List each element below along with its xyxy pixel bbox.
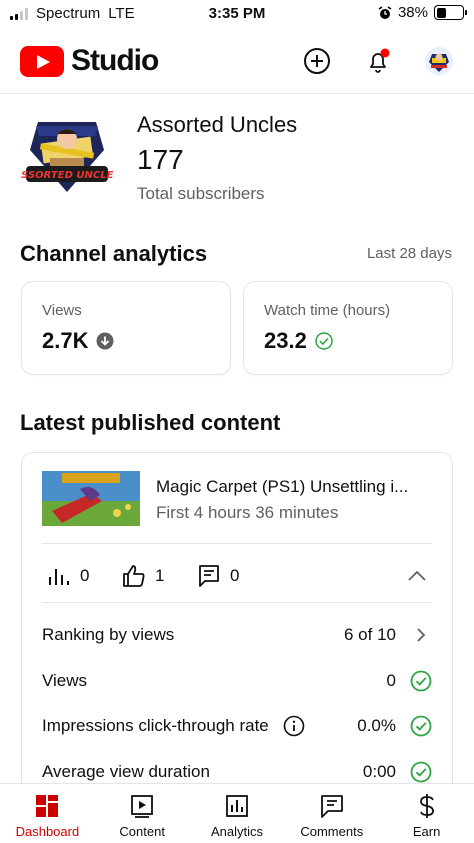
notification-dot xyxy=(380,48,390,58)
nav-analytics[interactable]: Analytics xyxy=(190,784,285,843)
ctr-row-value: 0.0% xyxy=(357,716,396,735)
nav-comments[interactable]: Comments xyxy=(284,784,379,843)
video-thumbnail[interactable] xyxy=(42,471,140,526)
info-icon[interactable] xyxy=(283,715,305,737)
alarm-icon xyxy=(378,5,392,19)
views-card-value-row: 2.7K xyxy=(42,328,114,354)
battery-icon xyxy=(434,5,467,20)
chevron-right-icon xyxy=(417,628,426,642)
battery-fill xyxy=(436,7,446,18)
subscriber-label: Total subscribers xyxy=(137,184,265,203)
ctr-row: Impressions click-through rate 0.0% xyxy=(42,708,432,744)
ranking-value: 6 of 10 xyxy=(344,625,396,644)
ranking-row[interactable]: Ranking by views 6 of 10 xyxy=(42,617,432,653)
svg-text:ASSORTED UNCLES: ASSORTED UNCLES xyxy=(20,170,114,181)
row-label: Average view duration xyxy=(42,762,363,782)
row-label: Impressions click-through rate xyxy=(42,715,357,737)
nav-earn[interactable]: Earn xyxy=(379,784,474,843)
latest-content-card: Magic Carpet (PS1) Unsettling i... First… xyxy=(21,452,453,812)
channel-name: Assorted Uncles xyxy=(137,112,298,137)
check-circle-icon xyxy=(315,332,333,350)
nav-analytics-label: Analytics xyxy=(210,824,263,839)
nav-dashboard[interactable]: Dashboard xyxy=(0,784,95,843)
check-circle-icon xyxy=(410,761,432,783)
status-bar: Spectrum LTE 3:35 PM 38% xyxy=(0,0,474,30)
nav-dashboard-label: Dashboard xyxy=(15,824,80,839)
views-row: Views 0 xyxy=(42,663,432,699)
battery-percent: 38% xyxy=(397,4,428,21)
comment-icon xyxy=(199,565,219,587)
views-card-value: 2.7K xyxy=(42,328,89,353)
chevron-up-icon[interactable] xyxy=(406,565,428,587)
notifications-icon[interactable] xyxy=(363,46,393,76)
youtube-play-icon xyxy=(20,45,64,77)
divider xyxy=(42,602,432,603)
analytics-period: Last 28 days xyxy=(366,245,452,262)
views-row-label: Views xyxy=(42,671,88,690)
video-subtitle: First 4 hours 36 minutes xyxy=(156,503,339,522)
dashboard-icon xyxy=(36,795,59,817)
channel-logo[interactable]: ASSORTED UNCLES xyxy=(20,106,114,200)
nav-content-label: Content xyxy=(119,824,165,839)
create-icon[interactable] xyxy=(302,46,332,76)
account-avatar[interactable] xyxy=(424,46,454,76)
video-comments-count: 0 xyxy=(230,566,240,585)
studio-logo[interactable]: Studio xyxy=(20,44,159,78)
video-comments-metric: 0 xyxy=(196,563,239,589)
status-right: 38% xyxy=(378,4,467,21)
comments-icon xyxy=(320,795,343,818)
thumbs-up-icon xyxy=(123,565,145,587)
avg-duration-label: Average view duration xyxy=(42,762,210,781)
logo-text: Studio xyxy=(71,44,159,77)
analytics-title: Channel analytics xyxy=(20,241,208,266)
watch-time-card-value-row: 23.2 xyxy=(264,328,333,354)
nav-comments-label: Comments xyxy=(300,824,364,839)
watch-time-card-label: Watch time (hours) xyxy=(264,302,391,319)
video-title[interactable]: Magic Carpet (PS1) Unsettling i... xyxy=(156,477,441,497)
check-circle-icon xyxy=(410,715,432,737)
divider xyxy=(42,543,432,544)
watch-time-card-value: 23.2 xyxy=(264,328,307,353)
subscriber-count: 177 xyxy=(137,144,184,175)
latest-title: Latest published content xyxy=(20,410,281,435)
avg-duration-value: 0:00 xyxy=(362,762,396,781)
down-arrow-icon xyxy=(96,332,114,350)
ranking-label: Ranking by views xyxy=(42,625,175,644)
earn-icon xyxy=(419,794,434,818)
views-card[interactable]: Views 2.7K xyxy=(21,281,231,375)
video-views-count: 0 xyxy=(80,566,90,585)
bar-chart-icon xyxy=(49,569,69,585)
nav-content[interactable]: Content xyxy=(95,784,190,843)
video-likes-metric: 1 xyxy=(121,563,164,589)
bottom-nav: Dashboard Content Analytics Comments Ear… xyxy=(0,783,474,843)
views-row-value: 0 xyxy=(386,671,396,690)
row-label: Views xyxy=(42,671,387,691)
watch-time-card[interactable]: Watch time (hours) 23.2 xyxy=(243,281,453,375)
ctr-row-label: Impressions click-through rate xyxy=(42,716,269,735)
nav-earn-label: Earn xyxy=(412,824,441,839)
video-likes-count: 1 xyxy=(155,566,165,585)
check-circle-icon xyxy=(410,670,432,692)
views-card-label: Views xyxy=(42,302,82,319)
content-icon xyxy=(131,795,154,818)
channel-summary: ASSORTED UNCLES Assorted Uncles 177 Tota… xyxy=(20,106,460,206)
video-views-metric: 0 xyxy=(46,563,89,589)
row-label: Ranking by views xyxy=(42,625,344,645)
app-header: Studio xyxy=(0,30,474,94)
analytics-icon xyxy=(226,795,248,817)
